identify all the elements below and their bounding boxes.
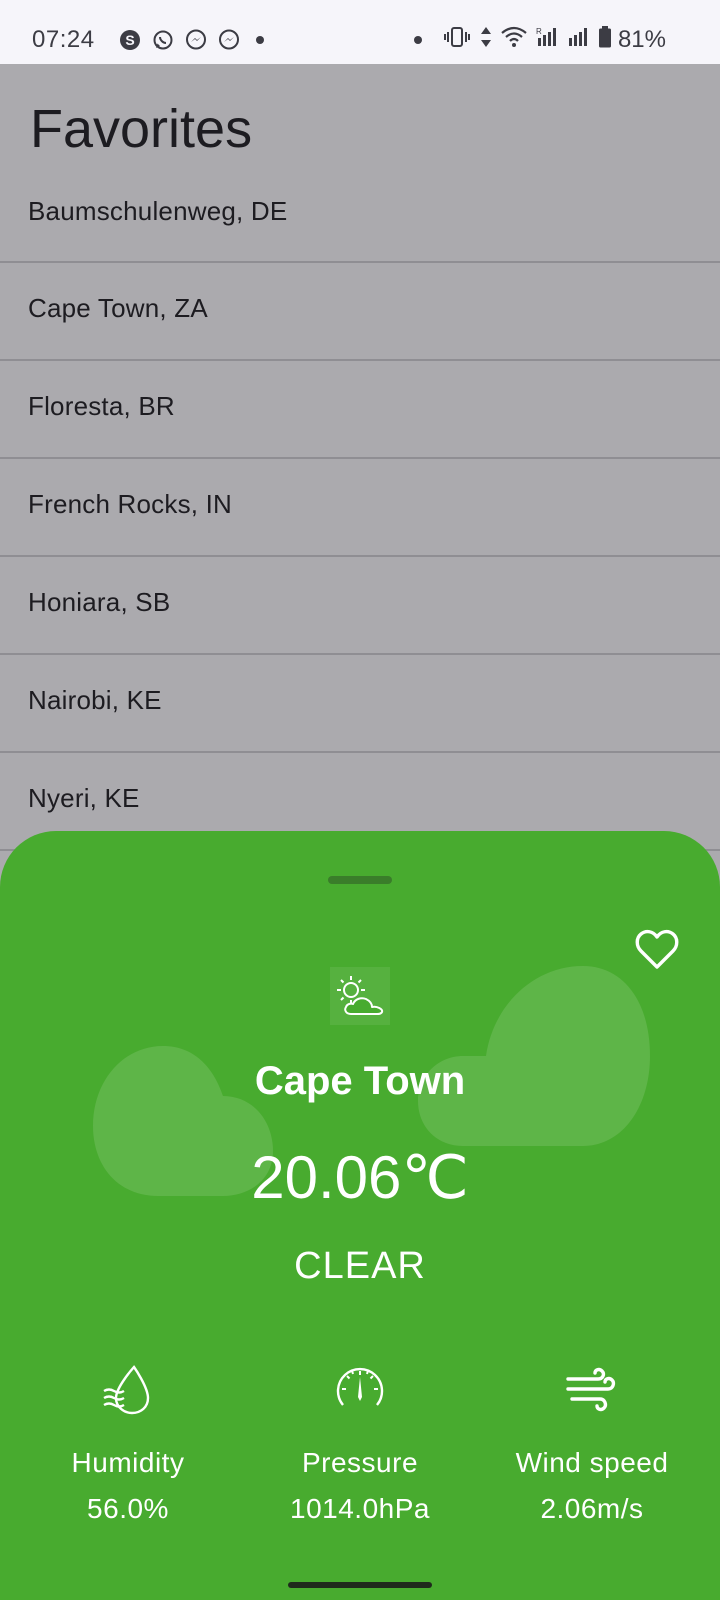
weather-bottom-sheet[interactable]: Cape Town 20.06℃ CLEAR Humidity 56.0% Pr… — [0, 831, 720, 1600]
list-item-label: French Rocks, IN — [28, 489, 233, 519]
vibrate-icon — [443, 26, 471, 53]
list-item-label: Cape Town, ZA — [28, 293, 208, 323]
wind-label: Wind speed — [515, 1447, 669, 1478]
gesture-navigation-bar[interactable] — [288, 1582, 432, 1588]
battery-icon — [598, 26, 612, 53]
favorite-heart-icon[interactable] — [634, 927, 680, 973]
list-item-label: Baumschulenweg, DE — [28, 196, 288, 226]
more-notifications-dot — [256, 35, 264, 44]
partly-cloudy-icon — [330, 967, 390, 1025]
weather-condition: CLEAR — [294, 1245, 426, 1287]
favorites-list: Baumschulenweg, DE Cape Town, ZA Florest… — [0, 164, 720, 851]
list-item[interactable]: Honiara, SB — [0, 557, 720, 655]
pressure-gauge-icon — [336, 1367, 384, 1406]
temperature: 20.06℃ — [251, 1144, 469, 1211]
notification-icons: S — [118, 28, 264, 51]
indicator-dot — [414, 35, 422, 44]
wind-stat: Wind speed 2.06m/s — [472, 1361, 712, 1525]
drag-handle[interactable] — [328, 876, 392, 884]
battery-percent: 81% — [617, 26, 666, 53]
background-cloud-right — [418, 966, 650, 1146]
city-name: Cape Town — [254, 1059, 466, 1103]
list-item[interactable]: Cape Town, ZA — [0, 263, 720, 361]
list-item-label: Floresta, BR — [28, 391, 175, 421]
skype-icon: S — [118, 28, 141, 51]
data-transfer-icon — [480, 26, 492, 53]
list-item-label: Nairobi, KE — [28, 685, 162, 715]
pressure-label: Pressure — [301, 1447, 419, 1478]
weather-stats: Humidity 56.0% Pressure 1014.0hPa Wind s… — [0, 1361, 720, 1551]
list-item-label: Honiara, SB — [28, 587, 171, 617]
humidity-value: 56.0% — [87, 1493, 169, 1524]
humidity-stat: Humidity 56.0% — [8, 1361, 248, 1525]
signal-icon — [567, 26, 589, 53]
status-time: 07:24 — [32, 26, 95, 53]
pressure-value: 1014.0hPa — [290, 1493, 430, 1524]
wifi-icon — [501, 26, 527, 53]
svg-text:R: R — [536, 27, 542, 36]
page-title: Favorites — [30, 99, 253, 159]
humidity-icon — [103, 1365, 150, 1415]
list-item-label: Nyeri, KE — [28, 783, 140, 813]
humidity-label: Humidity — [71, 1447, 185, 1478]
messenger-icon — [217, 28, 240, 51]
list-item[interactable]: Nairobi, KE — [0, 655, 720, 753]
status-bar: 07:24 S R 81% — [0, 0, 720, 64]
list-item[interactable]: French Rocks, IN — [0, 459, 720, 557]
wind-icon — [566, 1367, 616, 1412]
signal-roaming-icon: R — [536, 26, 558, 53]
svg-text:S: S — [125, 32, 134, 48]
list-item[interactable]: Baumschulenweg, DE — [0, 164, 720, 263]
pressure-stat: Pressure 1014.0hPa — [240, 1361, 480, 1525]
whatsapp-icon — [151, 28, 174, 51]
list-item[interactable]: Floresta, BR — [0, 361, 720, 459]
wind-value: 2.06m/s — [540, 1493, 644, 1524]
system-icons: R — [414, 26, 612, 53]
messenger-icon — [184, 28, 207, 51]
